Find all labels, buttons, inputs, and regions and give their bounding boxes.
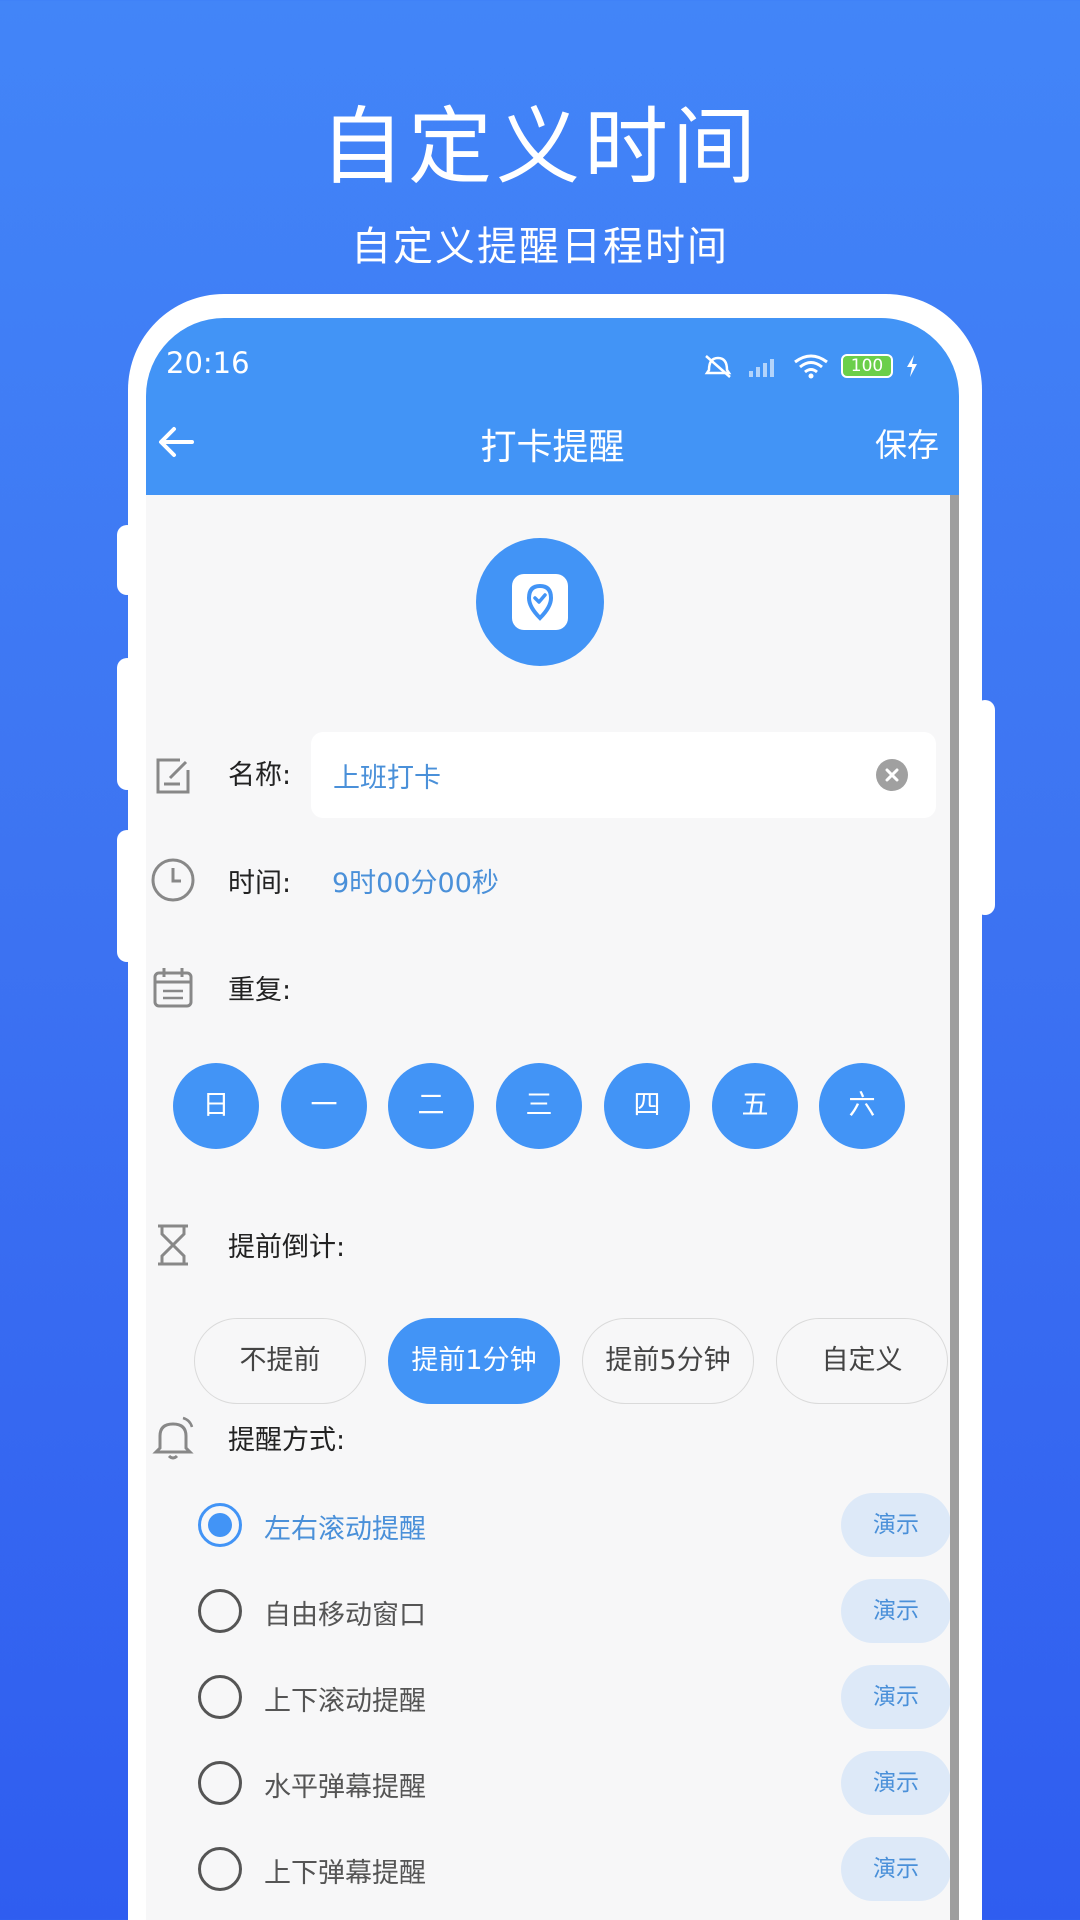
method-label: 提醒方式: bbox=[228, 1425, 346, 1456]
day-toggle-mon[interactable]: 一 bbox=[281, 1063, 367, 1149]
name-label: 名称: bbox=[228, 760, 292, 791]
demo-button[interactable]: 演示 bbox=[841, 1751, 951, 1815]
promo-subtitle: 自定义提醒日程时间 bbox=[351, 224, 729, 270]
mute-icon bbox=[704, 355, 732, 378]
method-option-label[interactable]: 上下滚动提醒 bbox=[264, 1679, 426, 1718]
radio-button[interactable] bbox=[198, 1675, 242, 1719]
phone-side-button bbox=[975, 700, 995, 915]
radio-button[interactable] bbox=[198, 1847, 242, 1891]
clock-icon bbox=[151, 858, 195, 902]
edit-note-icon bbox=[156, 758, 190, 794]
radio-button[interactable] bbox=[198, 1503, 242, 1547]
phone-side-button bbox=[117, 658, 137, 790]
countdown-option-5min[interactable]: 提前5分钟 bbox=[582, 1318, 754, 1404]
day-toggle-sun[interactable]: 日 bbox=[173, 1063, 259, 1149]
time-label: 时间: bbox=[228, 868, 292, 899]
countdown-option-1min[interactable]: 提前1分钟 bbox=[388, 1318, 560, 1404]
method-option-label[interactable]: 上下弹幕提醒 bbox=[264, 1851, 426, 1890]
phone-side-button bbox=[117, 830, 137, 962]
phone-side-button bbox=[117, 525, 137, 595]
bell-icon bbox=[152, 1416, 194, 1460]
name-value[interactable]: 上班打卡 bbox=[333, 756, 441, 795]
countdown-label: 提前倒计: bbox=[228, 1232, 346, 1263]
day-toggle-sat[interactable]: 六 bbox=[819, 1063, 905, 1149]
demo-button[interactable]: 演示 bbox=[841, 1493, 951, 1557]
signal-icon bbox=[749, 359, 774, 377]
phone-screen: 20:16 100 打卡提醒 保存 名称: 上班打卡 时间: 9时00分00秒 … bbox=[146, 318, 959, 1920]
charging-icon bbox=[907, 355, 917, 377]
reminder-app-icon[interactable] bbox=[476, 538, 604, 666]
name-field[interactable]: 上班打卡 bbox=[311, 732, 936, 818]
time-value[interactable]: 9时00分00秒 bbox=[332, 861, 499, 900]
demo-button[interactable]: 演示 bbox=[841, 1665, 951, 1729]
day-toggle-tue[interactable]: 二 bbox=[388, 1063, 474, 1149]
radio-button[interactable] bbox=[198, 1589, 242, 1633]
hourglass-icon bbox=[158, 1224, 188, 1266]
day-toggle-fri[interactable]: 五 bbox=[712, 1063, 798, 1149]
day-toggle-thu[interactable]: 四 bbox=[604, 1063, 690, 1149]
page-title: 打卡提醒 bbox=[480, 427, 625, 468]
countdown-option-custom[interactable]: 自定义 bbox=[776, 1318, 948, 1404]
demo-button[interactable]: 演示 bbox=[841, 1579, 951, 1643]
day-toggle-wed[interactable]: 三 bbox=[496, 1063, 582, 1149]
demo-button[interactable]: 演示 bbox=[841, 1837, 951, 1901]
promo-title: 自定义时间 bbox=[319, 98, 760, 196]
location-check-icon bbox=[512, 574, 568, 630]
status-icons: 100 bbox=[701, 352, 919, 380]
scrollbar[interactable] bbox=[950, 495, 959, 1920]
calendar-icon bbox=[153, 968, 193, 1008]
clear-icon[interactable] bbox=[876, 759, 908, 791]
save-button[interactable]: 保存 bbox=[875, 420, 939, 466]
radio-button[interactable] bbox=[198, 1761, 242, 1805]
status-time: 20:16 bbox=[166, 346, 250, 380]
method-option-label[interactable]: 水平弹幕提醒 bbox=[264, 1765, 426, 1804]
battery-icon: 100 bbox=[841, 354, 893, 378]
repeat-label: 重复: bbox=[228, 975, 292, 1006]
wifi-icon bbox=[794, 354, 828, 379]
countdown-option-none[interactable]: 不提前 bbox=[194, 1318, 366, 1404]
app-bar: 20:16 100 打卡提醒 保存 bbox=[146, 318, 959, 495]
method-option-label[interactable]: 左右滚动提醒 bbox=[264, 1507, 426, 1546]
method-option-label[interactable]: 自由移动窗口 bbox=[264, 1593, 426, 1632]
